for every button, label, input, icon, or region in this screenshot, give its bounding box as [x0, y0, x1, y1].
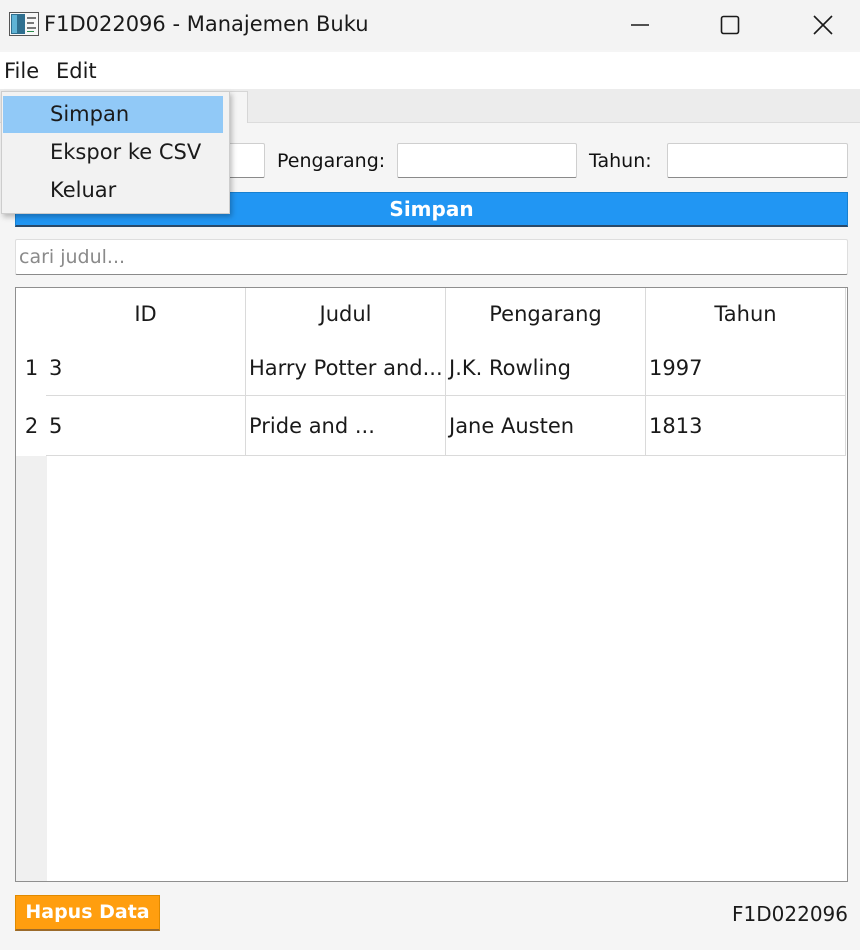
table-cell-id[interactable]: 5 [46, 396, 246, 456]
minimize-icon [630, 15, 650, 35]
table-cell-tahun[interactable]: 1997 [646, 340, 846, 396]
table-cell-id[interactable]: 3 [46, 340, 246, 396]
column-header-judul[interactable]: Judul [246, 288, 446, 340]
student-id-label: F1D022096 [732, 902, 848, 926]
menu-item-simpan[interactable]: Simpan [3, 96, 223, 133]
maximize-button[interactable] [699, 0, 761, 50]
books-table[interactable]: ID Judul Pengarang Tahun 1 3 Harry Potte… [15, 287, 848, 882]
table-cell-judul[interactable]: Pride and ... [246, 396, 446, 456]
menu-file[interactable]: File [4, 57, 39, 85]
table-corner[interactable] [16, 288, 47, 340]
table-cell-tahun[interactable]: 1813 [646, 396, 846, 456]
table-cell-pengarang[interactable]: J.K. Rowling [446, 340, 646, 396]
row-header[interactable]: 1 [16, 340, 47, 396]
column-header-tahun[interactable]: Tahun [646, 288, 846, 340]
maximize-icon [720, 15, 740, 35]
row-header[interactable]: 2 [16, 396, 47, 456]
table-cell-pengarang[interactable]: Jane Austen [446, 396, 646, 456]
menu-edit[interactable]: Edit [56, 57, 97, 85]
search-input[interactable] [15, 239, 848, 275]
minimize-button[interactable] [609, 0, 671, 50]
menu-item-keluar[interactable]: Keluar [3, 172, 223, 209]
close-icon [812, 14, 834, 36]
menu-item-ekspor-csv[interactable]: Ekspor ke CSV [3, 134, 223, 171]
pengarang-input[interactable] [397, 143, 577, 178]
column-header-id[interactable]: ID [46, 288, 246, 340]
tahun-label: Tahun: [589, 150, 652, 172]
title-bar: F1D022096 - Manajemen Buku [0, 0, 860, 50]
window-title: F1D022096 - Manajemen Buku [44, 12, 369, 36]
column-header-pengarang[interactable]: Pengarang [446, 288, 646, 340]
delete-button[interactable]: Hapus Data [15, 895, 160, 931]
app-window-icon [9, 12, 39, 36]
file-menu-dropdown: Simpan Ekspor ke CSV Keluar [1, 91, 230, 214]
close-button[interactable] [792, 0, 854, 50]
menu-bar: File Edit [0, 52, 860, 89]
pengarang-label: Pengarang: [277, 150, 386, 172]
tahun-input[interactable] [667, 143, 848, 178]
table-cell-judul[interactable]: Harry Potter and... [246, 340, 446, 396]
